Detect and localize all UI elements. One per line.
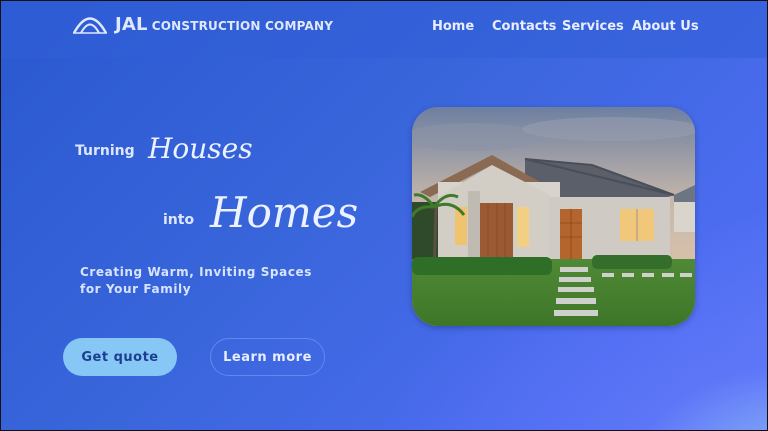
nav-services[interactable]: Services <box>562 19 624 34</box>
get-quote-button[interactable]: Get quote <box>63 338 177 376</box>
hero-word-turning: Turning <box>75 143 135 159</box>
hero-script-homes: Homes <box>210 188 359 237</box>
roof-arch-logo-icon[interactable] <box>72 10 108 36</box>
learn-more-button[interactable]: Learn more <box>210 338 325 376</box>
hero-word-into: into <box>163 212 195 228</box>
brand-sub: CONSTRUCTION COMPANY <box>151 19 334 33</box>
modern-house-illustration <box>412 107 695 326</box>
nav-about-us[interactable]: About Us <box>632 19 699 34</box>
nav-home[interactable]: Home <box>432 19 474 34</box>
nav-contacts[interactable]: Contacts <box>492 19 556 34</box>
hero-tagline: Creating Warm, Inviting Spaces for Your … <box>80 265 313 296</box>
brand-name[interactable]: JAL CONSTRUCTION COMPANY <box>115 14 333 35</box>
hero-script-houses: Houses <box>148 132 253 165</box>
house-photo <box>412 107 695 326</box>
site-header: JAL CONSTRUCTION COMPANY Home Contacts Se… <box>0 0 768 58</box>
brand-main: JAL <box>115 14 148 35</box>
